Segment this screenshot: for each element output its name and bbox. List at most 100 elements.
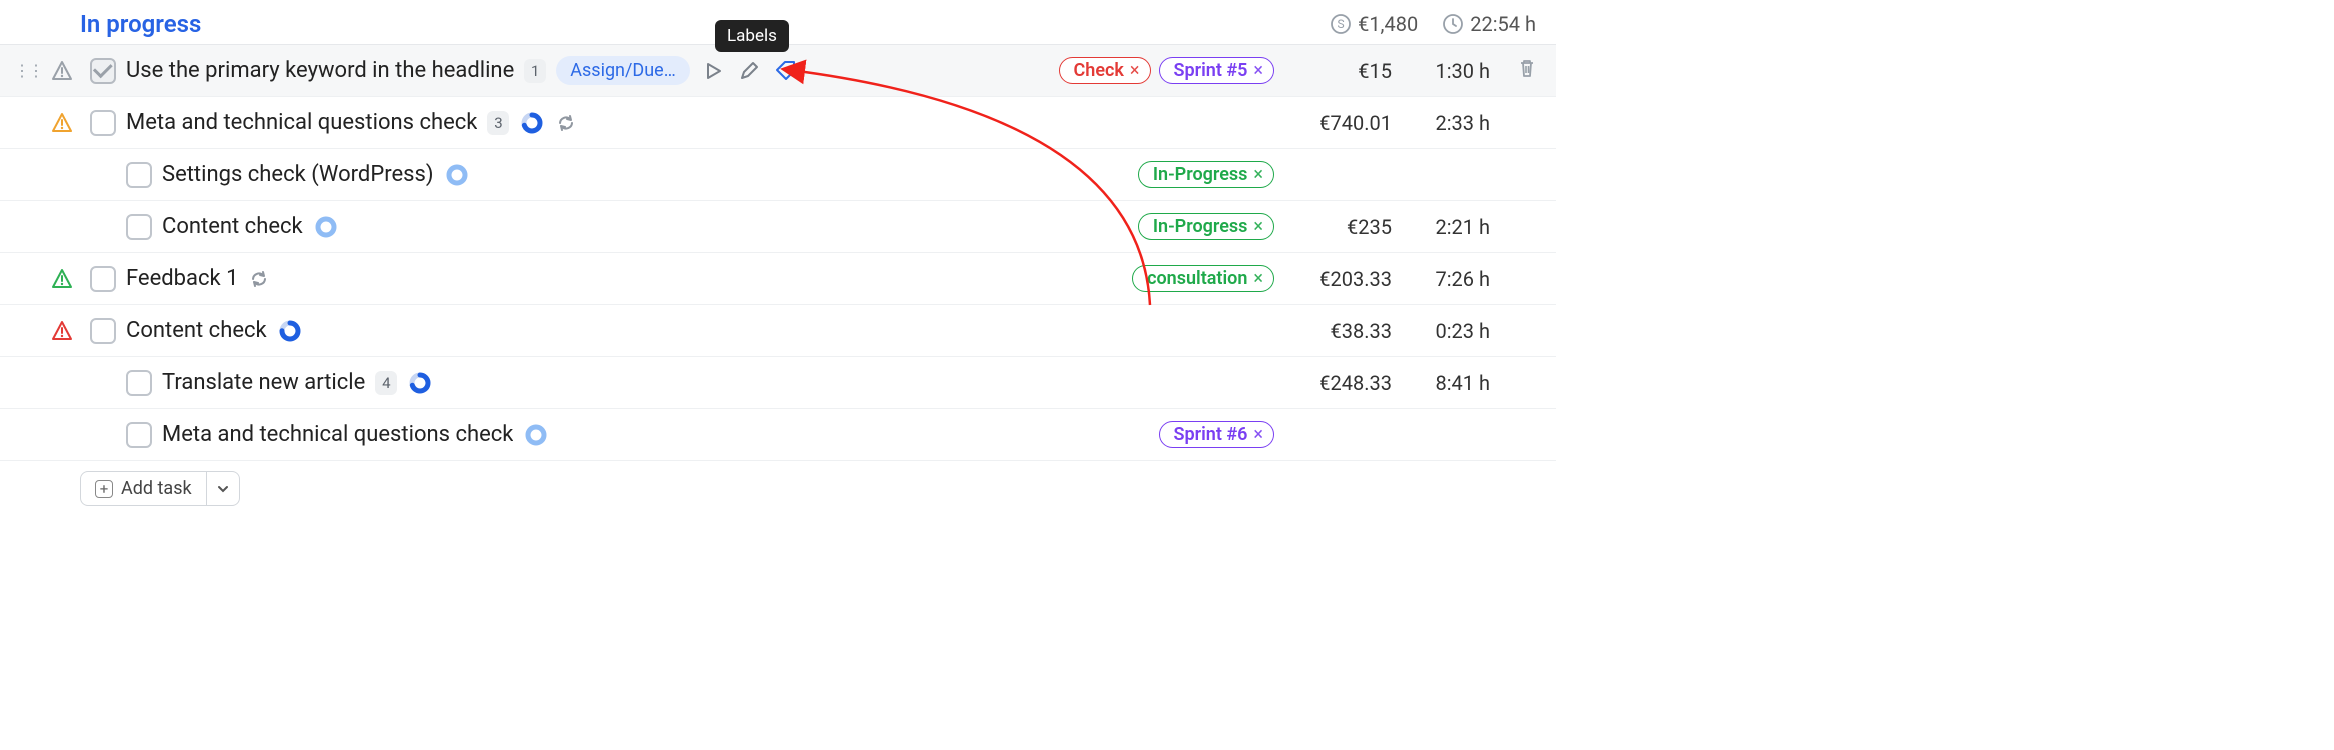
task-hours: 0:23 h <box>1410 319 1490 343</box>
task-hours: 2:33 h <box>1410 111 1490 135</box>
task-cost: €248.33 <box>1292 371 1392 395</box>
task-checkbox[interactable] <box>90 318 116 344</box>
task-row[interactable]: Content check In-Progress ×€2352:21 h <box>0 201 1556 253</box>
task-row[interactable]: Meta and technical questions check 3 €740… <box>0 97 1556 149</box>
add-task-caret[interactable] <box>207 472 239 505</box>
task-title-area: Meta and technical questions check 3 <box>126 110 1282 136</box>
task-checkbox[interactable] <box>90 110 116 136</box>
task-row[interactable]: Translate new article 4 €248.338:41 h <box>0 357 1556 409</box>
play-icon[interactable] <box>700 58 726 84</box>
progress-ring-icon <box>313 214 339 240</box>
tag-remove-icon[interactable]: × <box>1253 60 1263 81</box>
tag-remove-icon[interactable]: × <box>1253 164 1263 185</box>
tag-chip[interactable]: consultation × <box>1132 265 1274 292</box>
task-checkbox[interactable] <box>126 370 152 396</box>
clock-icon <box>1442 13 1464 35</box>
add-task-row: + Add task <box>0 461 1556 526</box>
row-right: In-Progress × <box>1138 161 1538 188</box>
task-checkbox[interactable] <box>126 422 152 448</box>
plus-icon: + <box>95 480 113 498</box>
task-hours: 1:30 h <box>1410 59 1490 83</box>
tag-remove-icon[interactable]: × <box>1130 60 1140 81</box>
row-right: In-Progress ×€2352:21 h <box>1138 213 1538 240</box>
tag-label: In-Progress <box>1153 216 1248 237</box>
row-gutter <box>0 111 80 135</box>
task-title-area: Feedback 1 <box>126 266 1122 291</box>
section-total-cost: S €1,480 <box>1330 12 1418 36</box>
section-total-cost-value: €1,480 <box>1358 12 1418 36</box>
row-right: €740.01 2:33 h <box>1292 111 1538 135</box>
section-meta: S €1,480 22:54 h <box>1330 12 1536 36</box>
task-hours: 7:26 h <box>1410 267 1490 291</box>
progress-ring-icon <box>523 422 549 448</box>
task-checkbox[interactable] <box>126 162 152 188</box>
currency-icon: S <box>1330 13 1352 35</box>
row-right: €248.338:41 h <box>1292 371 1538 395</box>
chevron-down-icon <box>217 483 229 495</box>
task-cost: €740.01 <box>1292 111 1392 135</box>
tag-icon[interactable] <box>772 57 800 85</box>
task-tags: In-Progress × <box>1138 213 1274 240</box>
task-tags: In-Progress × <box>1138 161 1274 188</box>
task-title[interactable]: Feedback 1 <box>126 266 238 291</box>
tag-chip[interactable]: Sprint #6 × <box>1159 421 1275 448</box>
tag-chip[interactable]: Check × <box>1059 57 1151 84</box>
task-cost: €203.33 <box>1292 267 1392 291</box>
row-gutter <box>0 319 80 343</box>
trash-col <box>1508 57 1538 84</box>
task-cost: €15 <box>1292 59 1392 83</box>
row-right: €38.33 0:23 h <box>1292 319 1538 343</box>
add-task-label: Add task <box>121 478 192 499</box>
subtask-count: 3 <box>487 111 509 135</box>
tag-remove-icon[interactable]: × <box>1253 268 1263 289</box>
task-title[interactable]: Settings check (WordPress) <box>162 162 434 187</box>
tag-label: Sprint #6 <box>1174 424 1248 445</box>
refresh-icon[interactable] <box>555 112 577 134</box>
task-title[interactable]: Use the primary keyword in the headline <box>126 58 514 83</box>
task-title-area: Content check <box>162 214 1128 240</box>
task-title-area: Translate new article 4 <box>162 370 1282 396</box>
row-right: Sprint #6 × <box>1159 421 1539 448</box>
add-task-button[interactable]: + Add task <box>80 471 240 506</box>
task-tags: Sprint #6 × <box>1159 421 1275 448</box>
task-title-area: Meta and technical questions check <box>162 422 1149 448</box>
task-row[interactable]: Settings check (WordPress) In-Progress × <box>0 149 1556 201</box>
section-title[interactable]: In progress <box>80 10 201 38</box>
task-row[interactable]: Content check €38.33 0:23 h <box>0 305 1556 357</box>
task-title[interactable]: Meta and technical questions check <box>126 110 477 135</box>
task-title-area: Content check <box>126 318 1282 344</box>
task-tags: Check × Sprint #5 × <box>1059 57 1275 84</box>
tag-chip[interactable]: In-Progress × <box>1138 213 1274 240</box>
task-checkbox[interactable] <box>126 214 152 240</box>
assign-due-button[interactable]: Assign/Due… <box>556 56 690 85</box>
drag-handle-icon[interactable]: ⋮⋮ <box>14 63 42 79</box>
subtask-count: 4 <box>375 371 397 395</box>
task-row[interactable]: Meta and technical questions check Sprin… <box>0 409 1556 461</box>
row-gutter: ⋮⋮ <box>0 59 80 83</box>
tag-remove-icon[interactable]: × <box>1253 424 1263 445</box>
task-title[interactable]: Meta and technical questions check <box>162 422 513 447</box>
progress-ring-icon <box>407 370 433 396</box>
task-checkbox[interactable] <box>90 266 116 292</box>
svg-text:S: S <box>1338 17 1345 31</box>
task-title[interactable]: Content check <box>126 318 267 343</box>
task-cost: €38.33 <box>1292 319 1392 343</box>
tag-label: Sprint #5 <box>1174 60 1248 81</box>
trash-icon[interactable] <box>1516 57 1538 79</box>
task-row[interactable]: Feedback 1 consultation × €203.33 7:26 h <box>0 253 1556 305</box>
priority-icon <box>50 111 74 135</box>
tag-label: In-Progress <box>1153 164 1248 185</box>
tag-chip[interactable]: Sprint #5 × <box>1159 57 1275 84</box>
task-title[interactable]: Content check <box>162 214 303 239</box>
progress-ring-icon <box>519 110 545 136</box>
refresh-icon[interactable] <box>248 268 270 290</box>
task-row[interactable]: ⋮⋮ Use the primary keyword in the headli… <box>0 45 1556 97</box>
task-title[interactable]: Translate new article <box>162 370 365 395</box>
row-right: Check × Sprint #5 × €15 1:30 h <box>1059 57 1539 84</box>
tag-remove-icon[interactable]: × <box>1253 216 1263 237</box>
task-hours: 2:21 h <box>1410 215 1490 239</box>
tag-chip[interactable]: In-Progress × <box>1138 161 1274 188</box>
task-checkbox[interactable] <box>90 58 116 84</box>
priority-icon <box>50 267 74 291</box>
edit-icon[interactable] <box>736 58 762 84</box>
